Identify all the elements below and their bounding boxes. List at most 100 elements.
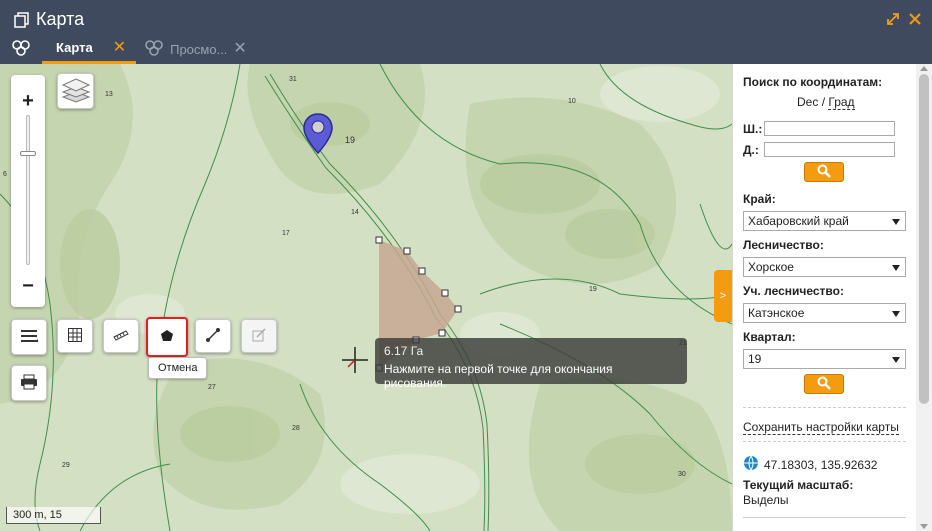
tab-map-close-icon[interactable]: ✕ xyxy=(113,39,126,56)
quarter-label: Квартал: xyxy=(743,330,796,344)
dropdown-caret-icon xyxy=(892,311,900,317)
dropdown-caret-icon xyxy=(892,357,900,363)
map-label: 19 xyxy=(345,135,356,145)
zoom-control: + − xyxy=(11,75,45,307)
copy-icon xyxy=(14,11,30,28)
map-label: 10 xyxy=(568,98,576,105)
zoom-slider-track[interactable] xyxy=(26,115,30,265)
map-label: 30 xyxy=(678,471,686,478)
drawing-tooltip: 6.17 Га Нажмите на первой точке для окон… xyxy=(375,338,687,390)
district-label: Уч. лесничество: xyxy=(743,284,844,298)
save-settings-link[interactable]: Сохранить настройки карты xyxy=(743,420,899,435)
grid-button[interactable] xyxy=(57,319,93,353)
divider xyxy=(743,441,906,442)
divider xyxy=(743,517,906,518)
map-label: 19 xyxy=(589,286,597,293)
lon-label: Д.: xyxy=(743,143,759,157)
map-label: 29 xyxy=(62,462,70,469)
edit-button[interactable] xyxy=(241,319,277,353)
dropdown-caret-icon xyxy=(892,219,900,225)
tab-preview-close-icon[interactable]: ✕ xyxy=(233,41,246,57)
edit-icon xyxy=(251,327,267,346)
window-title: Карта xyxy=(14,9,84,30)
map-canvas[interactable]: 31 13 10 6 19 14 17 19 21 27 28 29 30 + … xyxy=(0,64,732,531)
region-select[interactable]: Хабаровский край xyxy=(743,211,906,231)
forestry-select[interactable]: Хорское xyxy=(743,257,906,277)
region-value: Хабаровский край xyxy=(748,214,849,228)
drawing-hint: Нажмите на первой точке для окончания ри… xyxy=(384,362,613,390)
map-label: 14 xyxy=(351,209,359,216)
draw-line-button[interactable] xyxy=(195,319,231,353)
globe-icon xyxy=(743,455,759,474)
region-label: Край: xyxy=(743,192,776,206)
forestry-label: Лесничество: xyxy=(743,238,824,252)
scroll-down-icon[interactable] xyxy=(920,524,928,529)
search-icon xyxy=(817,164,831,181)
forestry-value: Хорское xyxy=(748,260,794,274)
lat-label: Ш.: xyxy=(743,122,763,136)
cursor-coordinates: 47.18303, 135.92632 xyxy=(764,457,878,472)
side-panel: Поиск по координатам: Dec / Град Ш.: Д.:… xyxy=(732,64,932,531)
coord-mode-grad[interactable]: Град xyxy=(828,95,855,110)
scale-bar: 300 m, 15 xyxy=(6,507,101,524)
print-button[interactable] xyxy=(11,365,47,401)
map-terrain xyxy=(0,64,732,531)
tab-map[interactable]: Карта ✕ xyxy=(42,34,137,64)
map-label: 28 xyxy=(292,425,300,432)
close-window-icon[interactable] xyxy=(908,12,922,26)
scroll-up-icon[interactable] xyxy=(920,66,928,71)
tab-layers-home[interactable] xyxy=(0,34,42,64)
layers-button[interactable] xyxy=(57,73,94,109)
area-measure: 6.17 Га xyxy=(384,344,424,358)
scrollbar-thumb[interactable] xyxy=(919,74,929,404)
window-header: Карта Карта ✕ Просмо... ✕ xyxy=(0,0,932,64)
quarter-select[interactable]: 19 xyxy=(743,349,906,369)
zoom-slider-thumb[interactable] xyxy=(20,151,36,156)
panel-toggle-button[interactable]: > xyxy=(714,270,732,322)
zoom-out-button[interactable]: − xyxy=(11,271,45,301)
map-label: 13 xyxy=(105,91,113,98)
measure-distance-button[interactable] xyxy=(103,319,139,353)
map-label: 6 xyxy=(3,171,7,178)
latitude-field[interactable] xyxy=(764,121,895,136)
expand-icon[interactable] xyxy=(886,12,900,26)
zoom-in-button[interactable]: + xyxy=(11,86,45,116)
tab-map-label: Карта xyxy=(56,40,93,55)
quarter-search-button[interactable] xyxy=(804,374,844,394)
dropdown-caret-icon xyxy=(892,265,900,271)
line-icon xyxy=(205,327,221,346)
coordinates-row: 47.18303, 135.92632 xyxy=(743,455,877,474)
search-icon xyxy=(817,376,831,393)
draw-polygon-button[interactable] xyxy=(146,317,188,357)
district-select[interactable]: Катэнское xyxy=(743,303,906,323)
coord-mode-dec[interactable]: Dec xyxy=(797,95,818,109)
layers-icon xyxy=(61,76,91,107)
map-label: 17 xyxy=(282,230,290,237)
map-label: 31 xyxy=(289,76,297,83)
scale-value: Выделы xyxy=(743,493,789,507)
longitude-field[interactable] xyxy=(764,142,895,157)
map-label: 27 xyxy=(208,384,216,391)
window-title-text: Карта xyxy=(36,9,85,29)
coord-search-button[interactable] xyxy=(804,162,844,182)
scale-label: Текущий масштаб: xyxy=(743,478,854,492)
printer-icon xyxy=(20,374,38,393)
tab-bar: Карта ✕ Просмо... ✕ xyxy=(0,34,255,64)
polygon-icon xyxy=(160,329,174,346)
hamburger-icon xyxy=(19,328,39,347)
divider xyxy=(743,407,906,408)
layers-stack-icon xyxy=(11,39,31,59)
coord-mode-switch: Dec / Град xyxy=(797,95,855,110)
tab-preview[interactable]: Просмо... ✕ xyxy=(136,34,255,64)
coord-mode-separator: / xyxy=(821,95,826,109)
location-pin-icon[interactable] xyxy=(303,113,333,155)
tab-preview-label: Просмо... xyxy=(170,41,228,57)
grid-icon xyxy=(68,327,82,345)
menu-button[interactable] xyxy=(11,319,47,355)
layers-stack-icon xyxy=(144,39,164,59)
panel-scrollbar[interactable] xyxy=(916,64,932,531)
ruler-icon xyxy=(113,329,129,344)
quarter-value: 19 xyxy=(748,352,762,366)
coord-search-title: Поиск по координатам: xyxy=(743,75,883,89)
button-tooltip: Отмена xyxy=(148,357,208,379)
